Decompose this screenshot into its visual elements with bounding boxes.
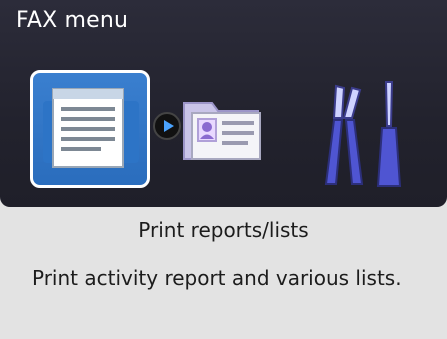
print-report-icon: [43, 88, 139, 168]
page-title: FAX menu: [16, 8, 129, 33]
maintenance-tools-icon[interactable]: [316, 78, 408, 188]
address-book-folder-icon[interactable]: [176, 85, 266, 175]
selected-item-description: Print activity report and various lists.: [32, 266, 402, 290]
selected-item-title: Print reports/lists: [138, 218, 309, 242]
fax-menu-screen: FAX menu Print reports/lists Print activ…: [0, 0, 447, 339]
menu-item-print-reports[interactable]: [30, 70, 150, 188]
